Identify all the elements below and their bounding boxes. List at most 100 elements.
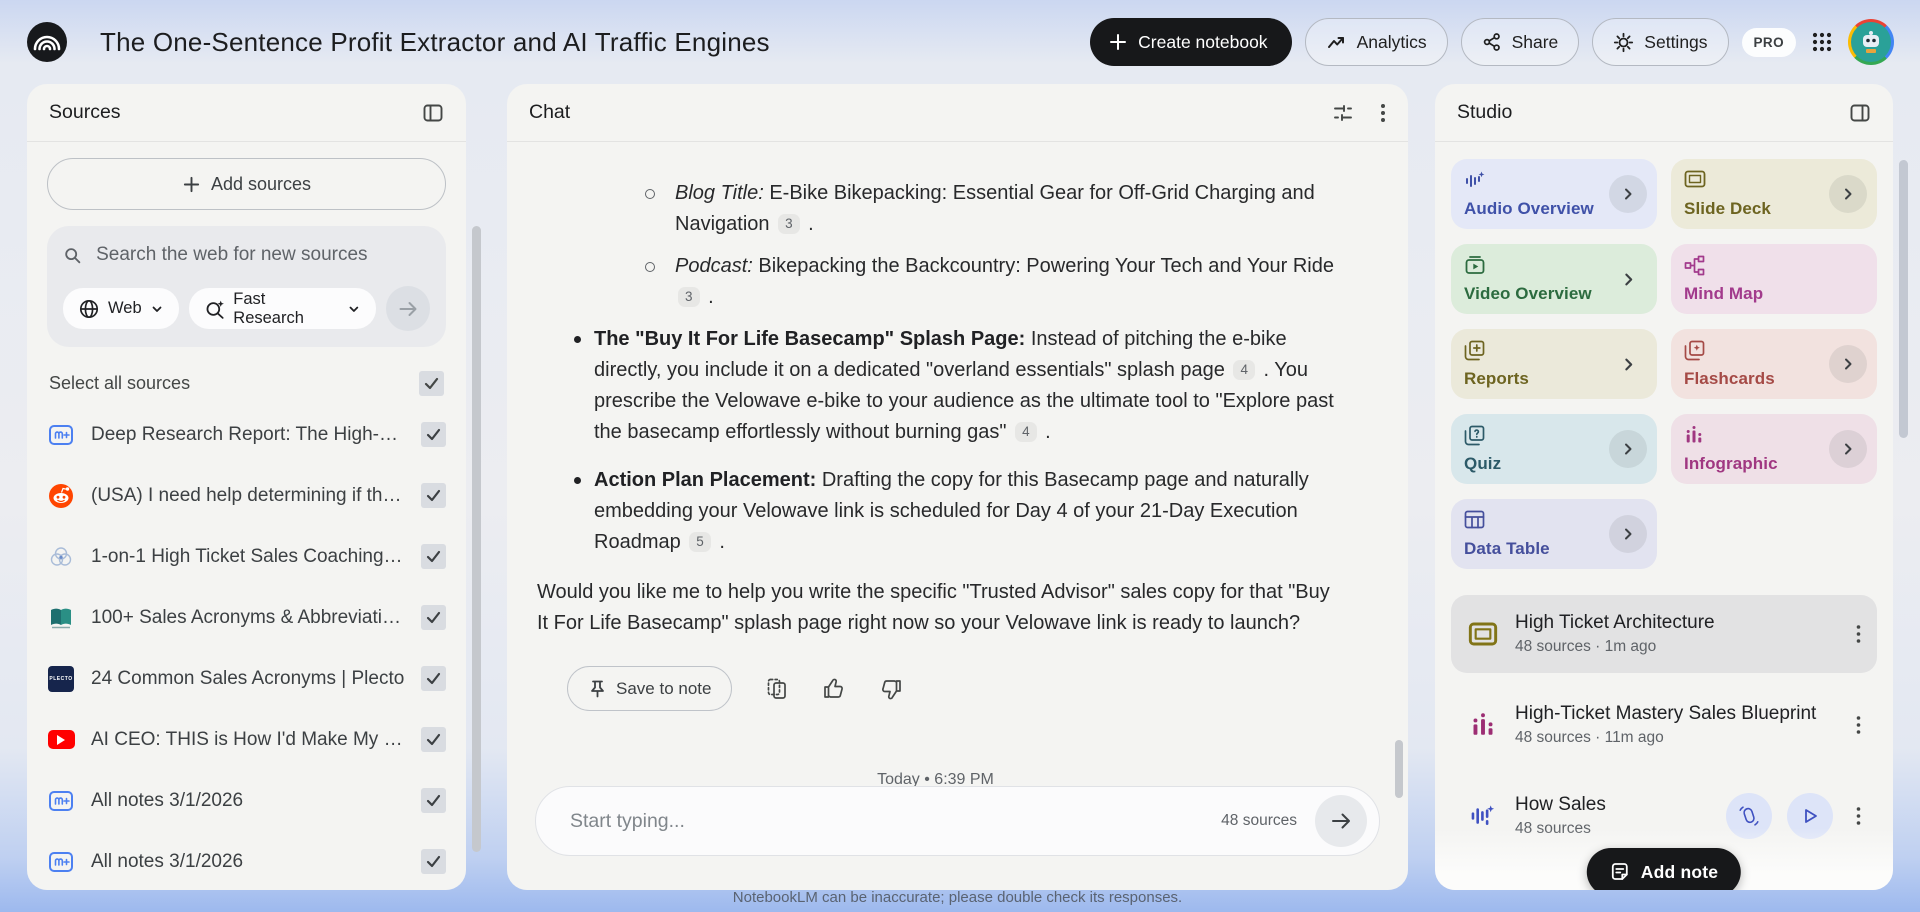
slide-deck-icon bbox=[1466, 622, 1500, 646]
more-menu-icon[interactable] bbox=[1848, 715, 1869, 735]
source-row[interactable]: 1-on-1 High Ticket Sales Coaching - K... bbox=[47, 526, 446, 587]
chat-input-bar: 48 sources bbox=[535, 786, 1380, 856]
collapse-panel-icon[interactable] bbox=[422, 102, 444, 124]
source-checkbox[interactable] bbox=[421, 422, 446, 447]
more-menu-icon[interactable] bbox=[1848, 624, 1869, 644]
settings-button[interactable]: Settings bbox=[1592, 18, 1729, 66]
studio-item[interactable]: How Sales 48 sources bbox=[1451, 777, 1877, 855]
more-menu-icon[interactable] bbox=[1848, 806, 1869, 826]
studio-panel-title: Studio bbox=[1457, 101, 1513, 123]
source-checkbox[interactable] bbox=[421, 605, 446, 630]
search-submit-button[interactable] bbox=[385, 286, 430, 331]
source-row[interactable]: AI CEO: THIS is How I'd Make My First ..… bbox=[47, 709, 446, 770]
interactive-mode-button[interactable] bbox=[1726, 793, 1772, 839]
citation-chip[interactable]: 5 bbox=[689, 532, 711, 552]
citation-chip[interactable]: 4 bbox=[1233, 360, 1255, 380]
source-row[interactable]: All notes 3/1/2026 bbox=[47, 831, 446, 892]
studio-panel: Studio Audio Overview Slide Deck Video O… bbox=[1435, 84, 1893, 890]
studio-item[interactable]: High Ticket Architecture 48 sources · 1m… bbox=[1451, 595, 1877, 673]
tile-video-overview[interactable]: Video Overview bbox=[1451, 244, 1657, 314]
studio-tiles: Audio Overview Slide Deck Video Overview… bbox=[1451, 159, 1877, 569]
thumbs-down-icon[interactable] bbox=[879, 677, 903, 701]
chevron-right-icon[interactable] bbox=[1609, 260, 1647, 298]
citation-chip[interactable]: 3 bbox=[678, 287, 700, 307]
chevron-down-icon bbox=[349, 306, 359, 312]
research-mode-dropdown[interactable]: Fast Research bbox=[188, 288, 376, 329]
chat-panel-title: Chat bbox=[529, 101, 571, 123]
google-apps-grid-icon[interactable] bbox=[1809, 29, 1835, 55]
source-row[interactable]: Deep Research Report: The High-Tick... bbox=[47, 404, 446, 465]
play-button[interactable] bbox=[1787, 793, 1833, 839]
notebooklm-logo[interactable] bbox=[26, 21, 68, 63]
thumbs-up-icon[interactable] bbox=[822, 677, 846, 701]
citation-chip[interactable]: 4 bbox=[1015, 422, 1037, 442]
studio-item[interactable]: High-Ticket Mastery Sales Blueprint 48 s… bbox=[1451, 686, 1877, 764]
citation-chip[interactable]: 3 bbox=[778, 214, 800, 234]
slide-deck-icon bbox=[1684, 170, 1706, 188]
sources-scrollbar[interactable] bbox=[472, 226, 481, 852]
reports-icon bbox=[1464, 340, 1485, 361]
source-checkbox[interactable] bbox=[421, 727, 446, 752]
tile-audio-overview[interactable]: Audio Overview bbox=[1451, 159, 1657, 229]
copy-icon[interactable] bbox=[765, 677, 789, 701]
tile-infographic[interactable]: Infographic bbox=[1671, 414, 1877, 484]
arrow-right-icon bbox=[399, 301, 417, 316]
tile-quiz[interactable]: Quiz bbox=[1451, 414, 1657, 484]
chat-input[interactable] bbox=[570, 809, 1222, 833]
add-sources-button[interactable]: Add sources bbox=[47, 158, 446, 210]
chevron-right-icon[interactable] bbox=[1609, 515, 1647, 553]
chevron-right-icon[interactable] bbox=[1609, 345, 1647, 383]
source-row[interactable]: PLECTO 24 Common Sales Acronyms | Plecto bbox=[47, 648, 446, 709]
web-filter-dropdown[interactable]: Web bbox=[63, 288, 179, 329]
chat-scrollbar[interactable] bbox=[1395, 740, 1403, 798]
select-all-checkbox[interactable] bbox=[419, 371, 444, 396]
chat-settings-icon[interactable] bbox=[1332, 102, 1354, 124]
web-search-card: Web Fast Research bbox=[47, 226, 446, 347]
tile-data-table[interactable]: Data Table bbox=[1451, 499, 1657, 569]
share-button[interactable]: Share bbox=[1460, 18, 1580, 66]
chevron-right-icon[interactable] bbox=[1829, 345, 1867, 383]
plecto-icon: PLECTO bbox=[47, 665, 75, 692]
tile-reports[interactable]: Reports bbox=[1451, 329, 1657, 399]
tile-mind-map[interactable]: Mind Map bbox=[1671, 244, 1877, 314]
chat-sub-bullet: Podcast: Bikepacking the Backcountry: Po… bbox=[645, 251, 1334, 313]
globe-icon bbox=[79, 299, 99, 318]
source-checkbox[interactable] bbox=[421, 666, 446, 691]
chevron-right-icon[interactable] bbox=[1609, 430, 1647, 468]
source-checkbox[interactable] bbox=[421, 849, 446, 874]
send-button[interactable] bbox=[1315, 795, 1367, 847]
note-icon bbox=[47, 424, 75, 446]
chevron-down-icon bbox=[152, 306, 162, 312]
select-all-label: Select all sources bbox=[49, 373, 191, 393]
tile-flashcards[interactable]: Flashcards bbox=[1671, 329, 1877, 399]
collapse-panel-icon[interactable] bbox=[1849, 102, 1871, 124]
source-checkbox[interactable] bbox=[421, 788, 446, 813]
note-icon bbox=[47, 851, 75, 873]
page-title: The One-Sentence Profit Extractor and AI… bbox=[100, 26, 770, 57]
plus-icon bbox=[1110, 34, 1127, 50]
youtube-icon bbox=[47, 730, 75, 749]
add-note-button[interactable]: Add note bbox=[1586, 848, 1742, 890]
data-table-icon bbox=[1464, 510, 1485, 529]
studio-scrollbar[interactable] bbox=[1899, 160, 1908, 438]
chat-panel: Chat Blog Title: E-Bike Bikepacking: Ess… bbox=[507, 84, 1408, 890]
chevron-right-icon[interactable] bbox=[1829, 175, 1867, 213]
save-to-note-button[interactable]: Save to note bbox=[567, 666, 733, 711]
arrow-right-icon bbox=[1332, 813, 1350, 829]
source-row[interactable]: (USA) I need help determining if this r.… bbox=[47, 465, 446, 526]
chevron-right-icon[interactable] bbox=[1609, 175, 1647, 213]
source-checkbox[interactable] bbox=[421, 544, 446, 569]
chevron-right-icon[interactable] bbox=[1829, 430, 1867, 468]
source-row[interactable]: 100+ Sales Acronyms & Abbreviations... bbox=[47, 587, 446, 648]
avatar[interactable] bbox=[1848, 19, 1894, 65]
source-checkbox[interactable] bbox=[421, 483, 446, 508]
source-row[interactable]: All notes 3/1/2026 bbox=[47, 770, 446, 831]
web-source-icon bbox=[47, 544, 75, 570]
tile-slide-deck[interactable]: Slide Deck bbox=[1671, 159, 1877, 229]
chat-more-menu-icon[interactable] bbox=[1380, 102, 1386, 124]
search-sparkle-icon bbox=[206, 300, 224, 319]
analytics-button[interactable]: Analytics bbox=[1304, 18, 1448, 66]
search-input[interactable] bbox=[96, 244, 430, 266]
create-notebook-button[interactable]: Create notebook bbox=[1090, 18, 1292, 66]
plus-icon bbox=[183, 176, 200, 192]
